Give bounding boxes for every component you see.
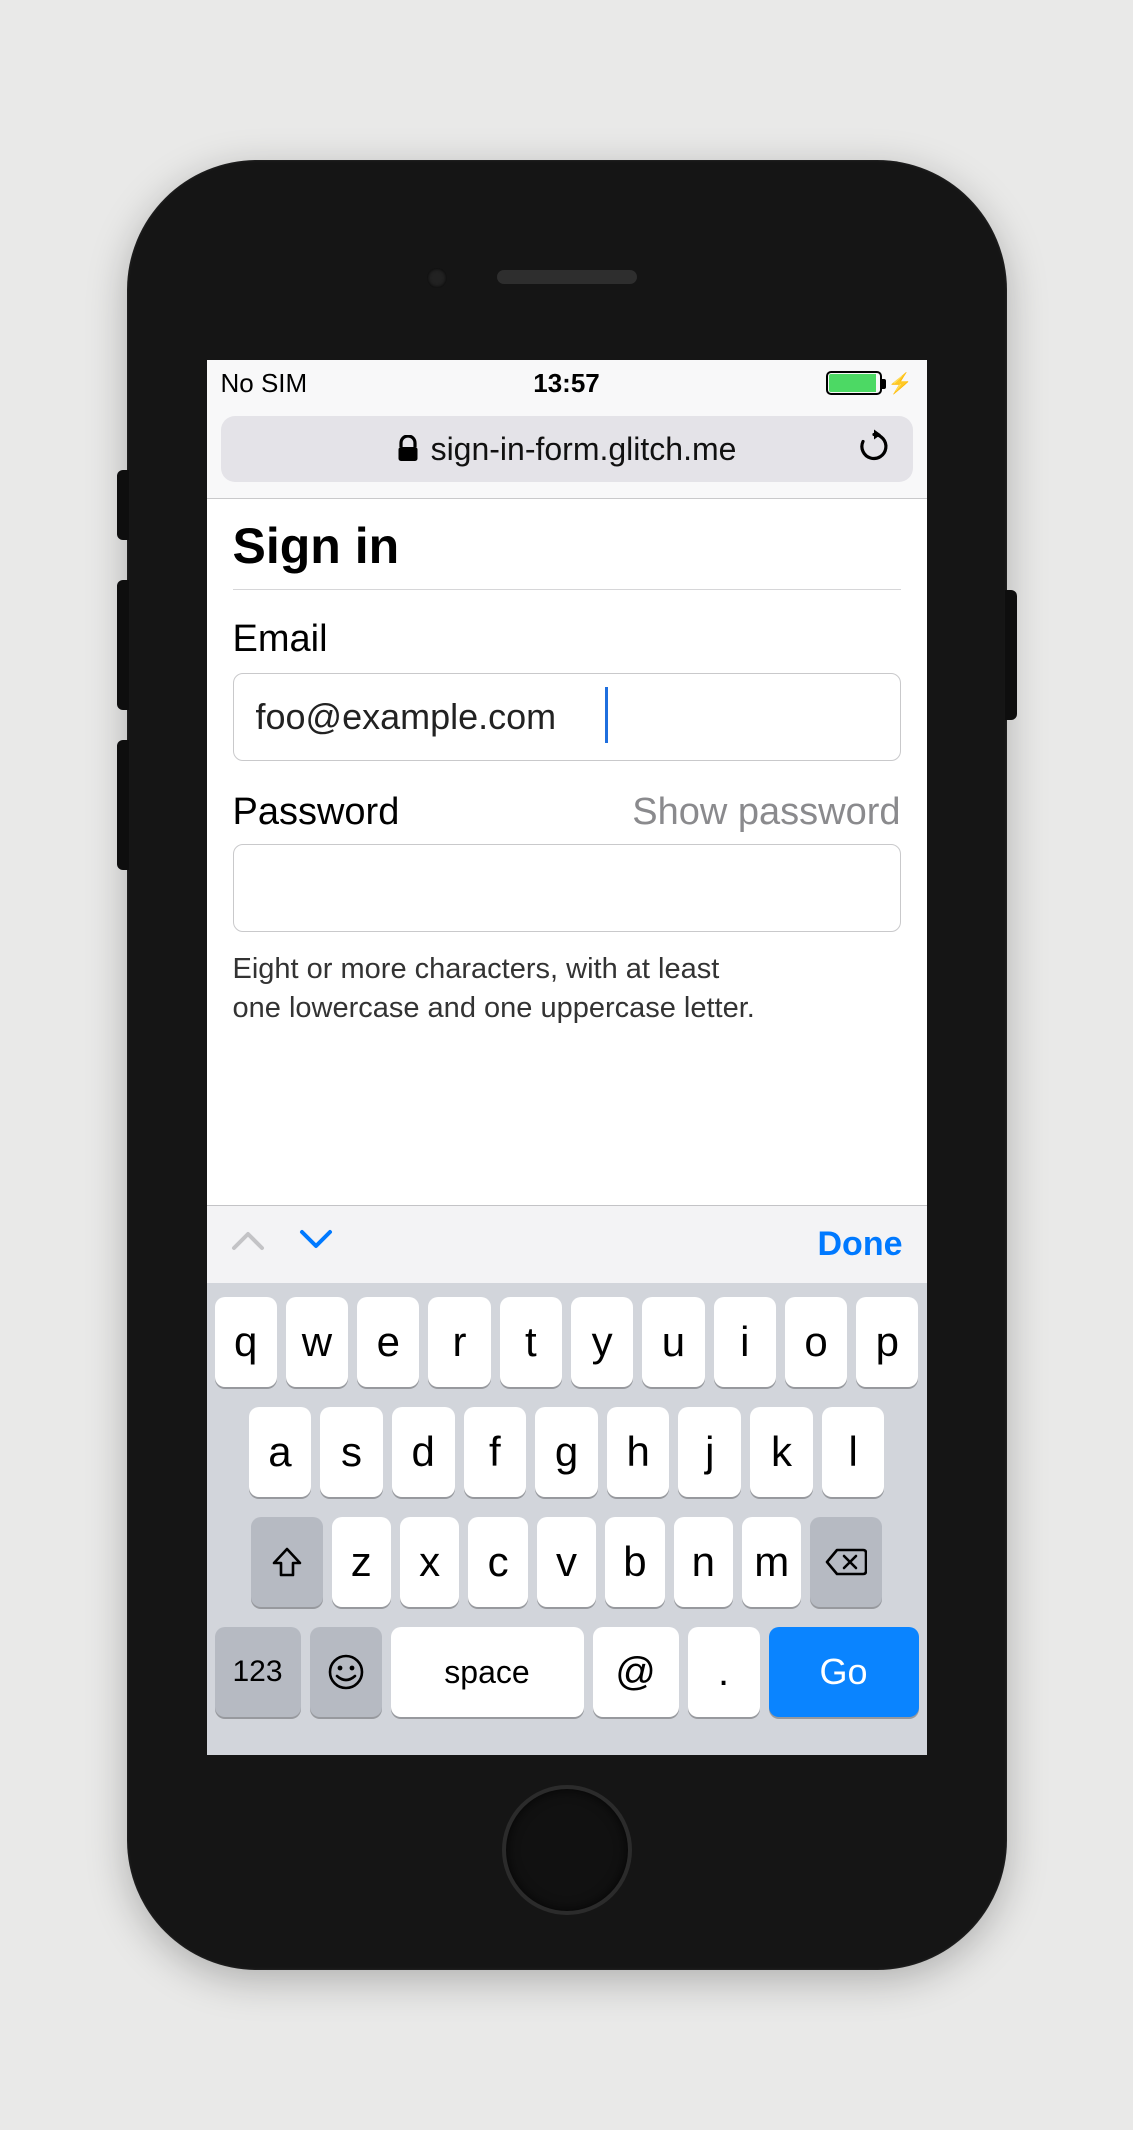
address-bar[interactable]: sign-in-form.glitch.me [221, 416, 913, 482]
key-z[interactable]: z [332, 1517, 391, 1607]
password-hint: Eight or more characters, with at least … [233, 950, 901, 1028]
next-field-icon[interactable] [299, 1228, 333, 1262]
key-i[interactable]: i [714, 1297, 776, 1387]
keyboard-row-4: 123 space @ . Go [215, 1627, 919, 1717]
phone-frame: No SIM 13:57 ⚡ sign-in-form.glitch.me [127, 160, 1007, 1970]
home-button[interactable] [502, 1785, 632, 1915]
front-camera [427, 268, 447, 288]
key-r[interactable]: r [428, 1297, 490, 1387]
backspace-key[interactable] [810, 1517, 882, 1607]
key-d[interactable]: d [392, 1407, 455, 1497]
key-v[interactable]: v [537, 1517, 596, 1607]
key-m[interactable]: m [742, 1517, 801, 1607]
keyboard-accessory: Done [207, 1205, 927, 1283]
email-label: Email [233, 618, 901, 661]
shift-key[interactable] [251, 1517, 323, 1607]
key-e[interactable]: e [357, 1297, 419, 1387]
key-f[interactable]: f [464, 1407, 527, 1497]
key-b[interactable]: b [605, 1517, 664, 1607]
keyboard-row-2: a s d f g h j k l [215, 1407, 919, 1497]
password-hint-line1: Eight or more characters, with at least [233, 953, 720, 985]
page-content: Sign in Email Password Show password Eig… [207, 499, 927, 1205]
keyboard: q w e r t y u i o p a s d f g h j k l [207, 1283, 927, 1755]
status-bar: No SIM 13:57 ⚡ [207, 360, 927, 406]
password-field[interactable] [233, 844, 901, 932]
charging-icon: ⚡ [888, 371, 913, 396]
key-k[interactable]: k [750, 1407, 813, 1497]
key-w[interactable]: w [286, 1297, 348, 1387]
volume-up-button [117, 580, 129, 710]
key-y[interactable]: y [571, 1297, 633, 1387]
status-right: ⚡ [826, 371, 913, 396]
keyboard-row-3: z x c v b n m [215, 1517, 919, 1607]
clock: 13:57 [533, 368, 600, 399]
battery-icon [826, 371, 882, 395]
key-p[interactable]: p [856, 1297, 918, 1387]
key-s[interactable]: s [320, 1407, 383, 1497]
key-h[interactable]: h [607, 1407, 670, 1497]
key-x[interactable]: x [400, 1517, 459, 1607]
key-c[interactable]: c [468, 1517, 527, 1607]
key-u[interactable]: u [642, 1297, 704, 1387]
screen: No SIM 13:57 ⚡ sign-in-form.glitch.me [207, 360, 927, 1755]
prev-field-icon [231, 1228, 265, 1262]
key-l[interactable]: l [822, 1407, 885, 1497]
mute-switch [117, 470, 129, 540]
key-g[interactable]: g [535, 1407, 598, 1497]
password-label: Password [233, 791, 400, 834]
reload-icon[interactable] [857, 430, 891, 469]
address-host: sign-in-form.glitch.me [431, 431, 737, 468]
browser-chrome: sign-in-form.glitch.me [207, 406, 927, 499]
password-hint-line2: one lowercase and one uppercase letter. [233, 992, 755, 1024]
key-j[interactable]: j [678, 1407, 741, 1497]
at-key[interactable]: @ [593, 1627, 679, 1717]
volume-down-button [117, 740, 129, 870]
key-o[interactable]: o [785, 1297, 847, 1387]
done-button[interactable]: Done [818, 1225, 903, 1264]
text-caret [605, 687, 608, 743]
key-a[interactable]: a [249, 1407, 312, 1497]
key-n[interactable]: n [674, 1517, 733, 1607]
dot-key[interactable]: . [688, 1627, 760, 1717]
numbers-key[interactable]: 123 [215, 1627, 301, 1717]
go-key[interactable]: Go [769, 1627, 919, 1717]
key-t[interactable]: t [500, 1297, 562, 1387]
lock-icon [397, 435, 419, 463]
power-button [1005, 590, 1017, 720]
carrier-label: No SIM [221, 368, 308, 399]
space-key[interactable]: space [391, 1627, 584, 1717]
show-password-toggle[interactable]: Show password [632, 791, 900, 834]
emoji-key[interactable] [310, 1627, 382, 1717]
speaker-grille [497, 270, 637, 284]
email-field[interactable] [233, 673, 901, 761]
key-q[interactable]: q [215, 1297, 277, 1387]
page-title: Sign in [233, 517, 901, 590]
keyboard-row-1: q w e r t y u i o p [215, 1297, 919, 1387]
